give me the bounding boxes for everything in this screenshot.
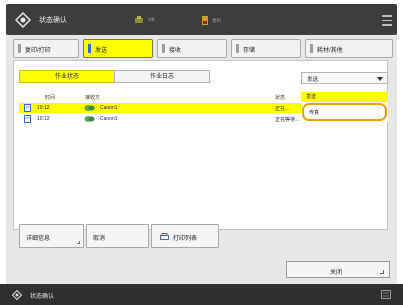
- tab-label: 接收: [169, 48, 182, 54]
- dropdown-option[interactable]: 传真: [302, 103, 387, 121]
- table-header: 时间 接收方 状态: [19, 92, 300, 102]
- details-button-label: 详细信息: [26, 236, 51, 242]
- status-indicator-2: 墨粉: [202, 16, 221, 25]
- document-icon: [24, 104, 31, 112]
- header-bar: 状态确认 ⅠⅡⅢ 墨粉: [6, 4, 397, 35]
- tab-store[interactable]: 存储: [231, 39, 301, 58]
- job-type-dropdown[interactable]: 发送: [301, 72, 388, 84]
- row-status: 正在等待…: [275, 117, 301, 123]
- row-destination: Canon1: [100, 116, 118, 122]
- document-icon: [24, 115, 31, 123]
- tab-copy-print[interactable]: 复印/打印: [13, 39, 79, 58]
- tab-indicator: [310, 44, 313, 53]
- table-row[interactable]: 10:12 Canon1 正在…: [19, 103, 301, 113]
- tab-label: 耗材/其他: [317, 48, 343, 54]
- subtab-job-status[interactable]: 作业状态: [19, 70, 115, 83]
- status-indicator-2-text: 墨粉: [212, 17, 221, 23]
- row-time: 10:12: [37, 116, 50, 122]
- cancel-button-label: 取消: [93, 236, 106, 242]
- table-row[interactable]: 10:12 Canon1 正在等待…: [19, 114, 301, 124]
- menu-button[interactable]: [378, 10, 396, 28]
- close-button-label: 关闭: [330, 270, 343, 276]
- dropdown-option[interactable]: 发送: [301, 92, 388, 102]
- row-status: 正在…: [275, 106, 291, 112]
- subtab-job-log[interactable]: 作业日志: [114, 70, 210, 83]
- tab-indicator: [88, 44, 91, 53]
- printer-icon: [160, 233, 169, 240]
- column-header-time: 时间: [45, 95, 56, 101]
- print-list-button[interactable]: 打印列表: [151, 224, 219, 248]
- tab-receive[interactable]: 接收: [157, 39, 227, 58]
- tab-label: 存储: [243, 48, 256, 54]
- tab-indicator: [236, 44, 239, 53]
- network-icon: [84, 105, 95, 111]
- column-header-status: 状态: [275, 95, 286, 101]
- close-button[interactable]: 关闭: [286, 261, 390, 278]
- job-content-area: 作业状态 作业日志 发送 发送 传真 时间 接收方 状态 10:12 Canon…: [13, 60, 388, 230]
- tab-indicator: [162, 44, 165, 53]
- details-button[interactable]: 详细信息: [19, 224, 84, 248]
- status-indicator-1-text: ⅠⅡⅢ: [148, 17, 155, 22]
- header-title: 状态确认: [39, 17, 67, 24]
- column-header-dest: 接收方: [85, 95, 101, 101]
- dropdown-selected-value: 发送: [307, 77, 319, 83]
- chevron-down-icon: [377, 77, 383, 81]
- row-destination: Canon1: [100, 105, 118, 111]
- dropdown-option-list: 发送 传真: [301, 92, 388, 122]
- corner-arrow-icon: [77, 241, 80, 244]
- network-icon: [84, 116, 95, 122]
- row-time: 10:12: [37, 105, 50, 111]
- counter-icon[interactable]: [381, 290, 391, 299]
- status-monitor-icon[interactable]: [12, 290, 22, 300]
- cancel-button[interactable]: 取消: [86, 224, 149, 248]
- tab-send[interactable]: 发送: [83, 39, 153, 58]
- tab-indicator: [18, 44, 21, 53]
- status-indicator-1: ⅠⅡⅢ: [134, 16, 155, 24]
- status-monitor-icon: [15, 12, 31, 28]
- tab-label: 复印/打印: [25, 48, 51, 54]
- printer-status-icon: [135, 16, 143, 23]
- category-tabs: 复印/打印 发送 接收 存储 耗材/其他: [13, 39, 397, 58]
- bottom-status-bar: 状态确认: [0, 284, 403, 305]
- corner-arrow-icon: [380, 270, 384, 274]
- statusbar-title: 状态确认: [30, 294, 55, 300]
- print-list-button-label: 打印列表: [173, 236, 198, 242]
- tab-label: 发送: [95, 48, 108, 54]
- toner-status-icon: [202, 16, 208, 25]
- main-panel: 复印/打印 发送 接收 存储 耗材/其他 作业状态 作业日志 发送 发送 传真: [6, 35, 397, 284]
- tab-consumables[interactable]: 耗材/其他: [305, 39, 393, 58]
